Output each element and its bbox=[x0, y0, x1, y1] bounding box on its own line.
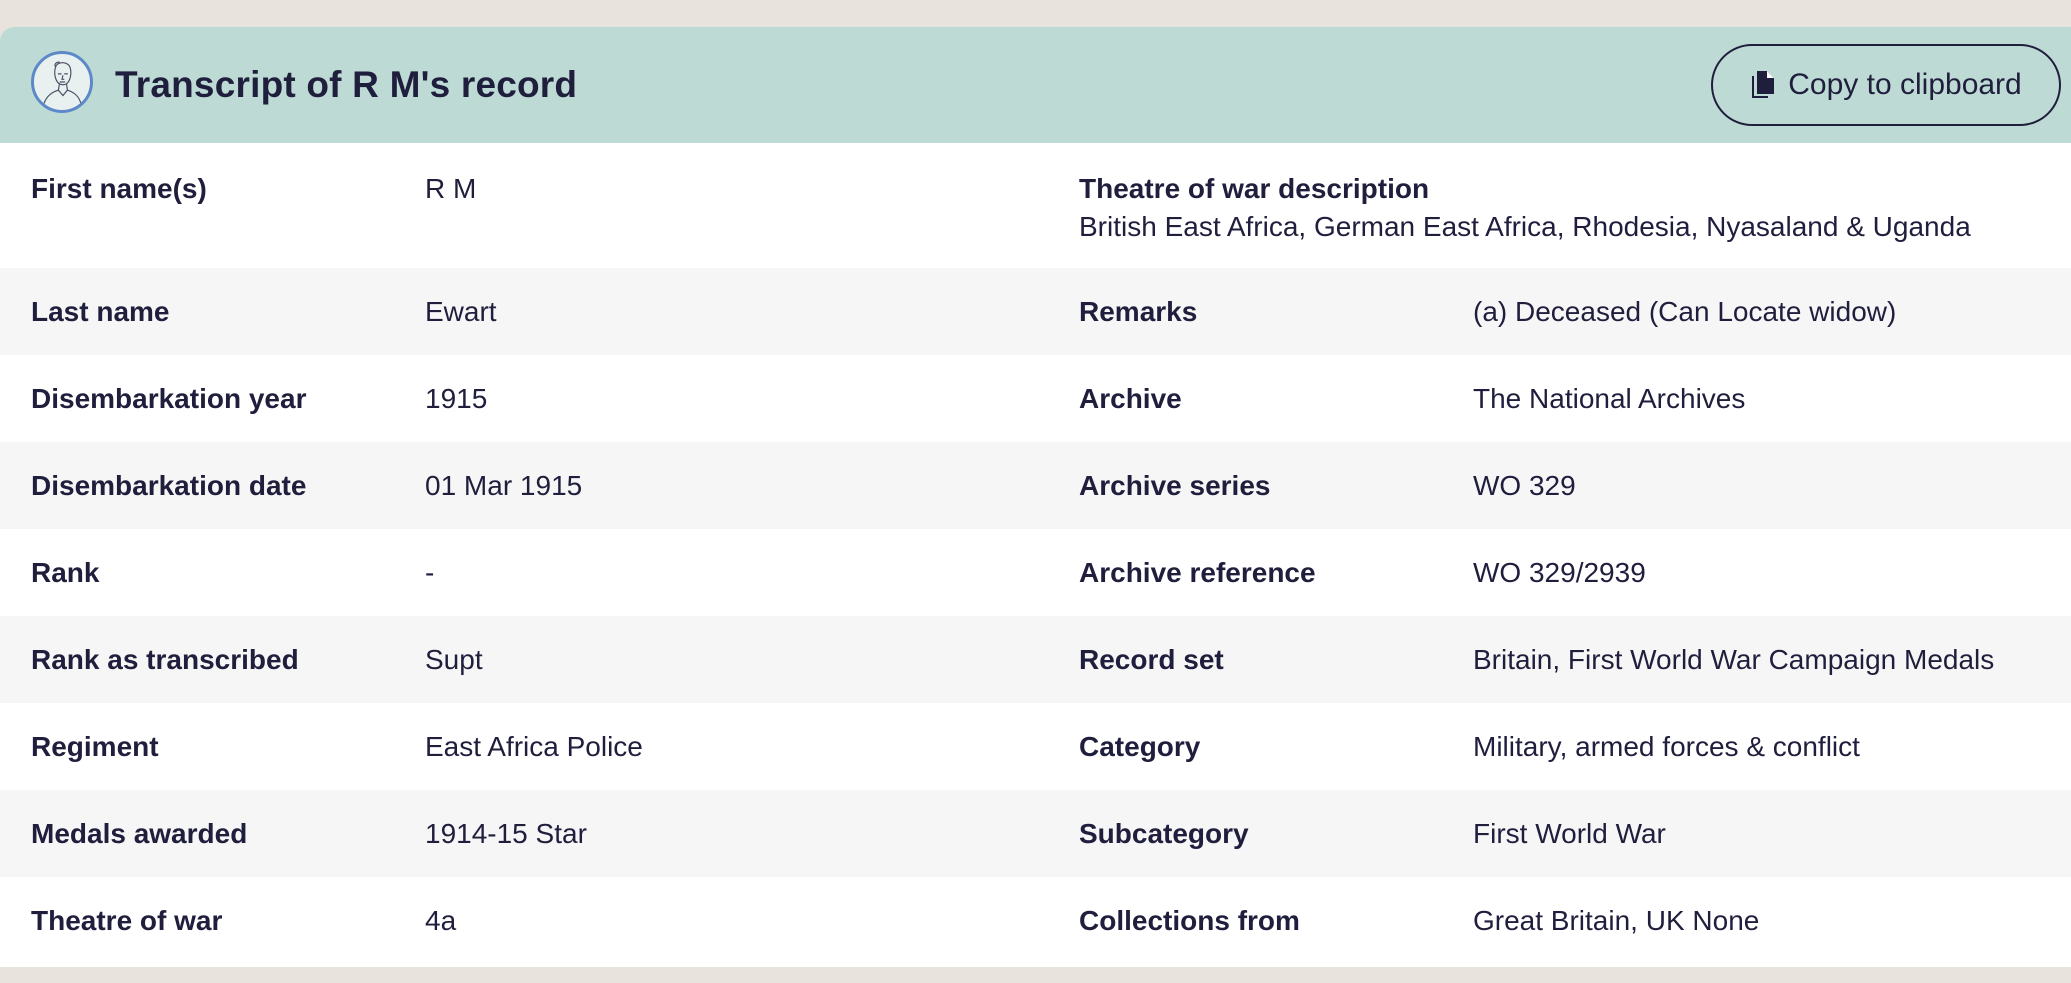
field-label: Regiment bbox=[31, 731, 159, 762]
field-label: Record set bbox=[1079, 644, 1224, 675]
record-row: Regiment East Africa Police Category Mil… bbox=[0, 703, 2071, 790]
field-label: Rank as transcribed bbox=[31, 644, 299, 675]
record-row: Rank - Archive reference WO 329/2939 bbox=[0, 529, 2071, 616]
field-value: WO 329 bbox=[1473, 470, 1576, 501]
field-value: The National Archives bbox=[1473, 383, 1746, 414]
record-row: Disembarkation year 1915 Archive The Nat… bbox=[0, 355, 2071, 442]
field-value: Military, armed forces & conflict bbox=[1473, 731, 1860, 762]
field-value: 1914-15 Star bbox=[425, 818, 587, 849]
field-label: Subcategory bbox=[1079, 818, 1249, 849]
field-label: Rank bbox=[31, 557, 100, 588]
record-row: Theatre of war 4a Collections from Great… bbox=[0, 877, 2071, 964]
record-transcript-panel: Transcript of R M's record Copy to clipb… bbox=[0, 27, 2071, 967]
copy-button-label: Copy to clipboard bbox=[1788, 68, 2022, 101]
field-label: Archive bbox=[1079, 383, 1182, 414]
field-value: Great Britain, UK None bbox=[1473, 905, 1760, 936]
field-value: WO 329/2939 bbox=[1473, 557, 1646, 588]
record-row: First name(s) R M Theatre of war descrip… bbox=[0, 143, 2071, 268]
field-stack: Theatre of war description British East … bbox=[1079, 170, 1971, 246]
record-fields: First name(s) R M Theatre of war descrip… bbox=[0, 143, 2071, 964]
record-row: Rank as transcribed Supt Record set Brit… bbox=[0, 616, 2071, 703]
field-label: Category bbox=[1079, 731, 1201, 762]
field-value: R M bbox=[425, 173, 477, 204]
field-label: Archive reference bbox=[1079, 557, 1316, 588]
field-label: Last name bbox=[31, 296, 170, 327]
transcript-header: Transcript of R M's record Copy to clipb… bbox=[0, 27, 2071, 143]
copy-to-clipboard-button[interactable]: Copy to clipboard bbox=[1711, 44, 2061, 126]
field-label: Collections from bbox=[1079, 905, 1300, 936]
field-label: Theatre of war description bbox=[1079, 173, 1430, 204]
field-value: Britain, First World War Campaign Medals bbox=[1473, 644, 1995, 675]
field-label: Archive series bbox=[1079, 470, 1271, 501]
page-title: Transcript of R M's record bbox=[115, 64, 578, 105]
field-label: Theatre of war bbox=[31, 905, 223, 936]
field-value: 01 Mar 1915 bbox=[425, 470, 583, 501]
field-value: 1915 bbox=[425, 383, 488, 414]
field-label: Disembarkation year bbox=[31, 383, 307, 414]
field-value: 4a bbox=[425, 905, 457, 936]
field-value: East Africa Police bbox=[425, 731, 643, 762]
field-value: (a) Deceased (Can Locate widow) bbox=[1473, 296, 1897, 327]
field-label: Remarks bbox=[1079, 296, 1198, 327]
record-row: Disembarkation date 01 Mar 1915 Archive … bbox=[0, 442, 2071, 529]
person-sketch-icon bbox=[31, 51, 93, 113]
field-value: Supt bbox=[425, 644, 483, 675]
field-label: Disembarkation date bbox=[31, 470, 307, 501]
field-value: - bbox=[425, 557, 435, 588]
document-copy-icon bbox=[1752, 71, 1775, 98]
field-label: Medals awarded bbox=[31, 818, 248, 849]
field-value: British East Africa, German East Africa,… bbox=[1079, 211, 1971, 242]
field-label: First name(s) bbox=[31, 173, 207, 204]
field-value: First World War bbox=[1473, 818, 1666, 849]
record-row: Medals awarded 1914-15 Star Subcategory … bbox=[0, 790, 2071, 877]
field-value: Ewart bbox=[425, 296, 497, 327]
record-row: Last name Ewart Remarks (a) Deceased (Ca… bbox=[0, 268, 2071, 355]
